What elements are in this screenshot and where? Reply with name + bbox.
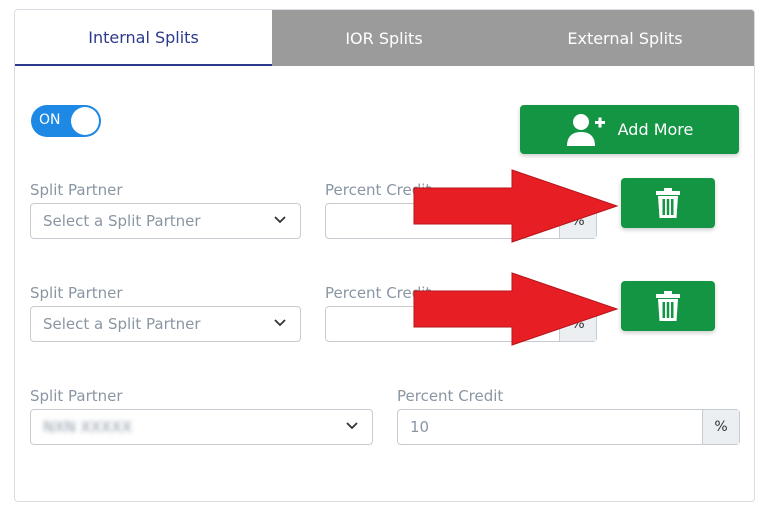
- chevron-down-icon: [274, 319, 286, 327]
- splits-panel: Internal Splits IOR Splits External Spli…: [14, 9, 755, 502]
- trash-icon: [656, 291, 680, 321]
- chevron-down-icon: [346, 422, 358, 430]
- toggle-label: ON: [39, 112, 61, 128]
- delete-row-button[interactable]: [621, 281, 715, 331]
- percent-credit-input[interactable]: 10: [398, 410, 702, 444]
- delete-row-button[interactable]: [621, 178, 715, 228]
- arrow-annotation-icon: [413, 272, 619, 346]
- split-partner-select[interactable]: Select a Split Partner: [30, 203, 301, 239]
- arrow-annotation-icon: [413, 169, 619, 243]
- split-partner-value: Select a Split Partner: [43, 315, 201, 333]
- tab-external-splits[interactable]: External Splits: [496, 10, 754, 66]
- split-partner-label: Split Partner: [30, 181, 123, 199]
- split-partner-value: NXN XXXXX: [43, 418, 132, 436]
- percent-credit-label: Percent Credit: [397, 387, 504, 405]
- add-more-button[interactable]: Add More: [520, 105, 739, 154]
- tab-ior-splits[interactable]: IOR Splits: [272, 10, 496, 66]
- trash-icon: [656, 188, 680, 218]
- add-user-icon: [566, 113, 605, 146]
- percent-credit-field[interactable]: 10 %: [397, 409, 740, 445]
- percent-addon: %: [702, 410, 739, 444]
- on-toggle[interactable]: ON: [31, 105, 101, 137]
- chevron-down-icon: [274, 216, 286, 224]
- split-partner-label: Split Partner: [30, 387, 123, 405]
- split-partner-select[interactable]: NXN XXXXX: [30, 409, 373, 445]
- split-partner-label: Split Partner: [30, 284, 123, 302]
- toggle-knob: [71, 107, 99, 135]
- split-partner-select[interactable]: Select a Split Partner: [30, 306, 301, 342]
- split-partner-value: Select a Split Partner: [43, 212, 201, 230]
- tab-bar: Internal Splits IOR Splits External Spli…: [15, 10, 754, 66]
- tab-internal-splits[interactable]: Internal Splits: [15, 10, 272, 66]
- add-more-label: Add More: [617, 120, 694, 139]
